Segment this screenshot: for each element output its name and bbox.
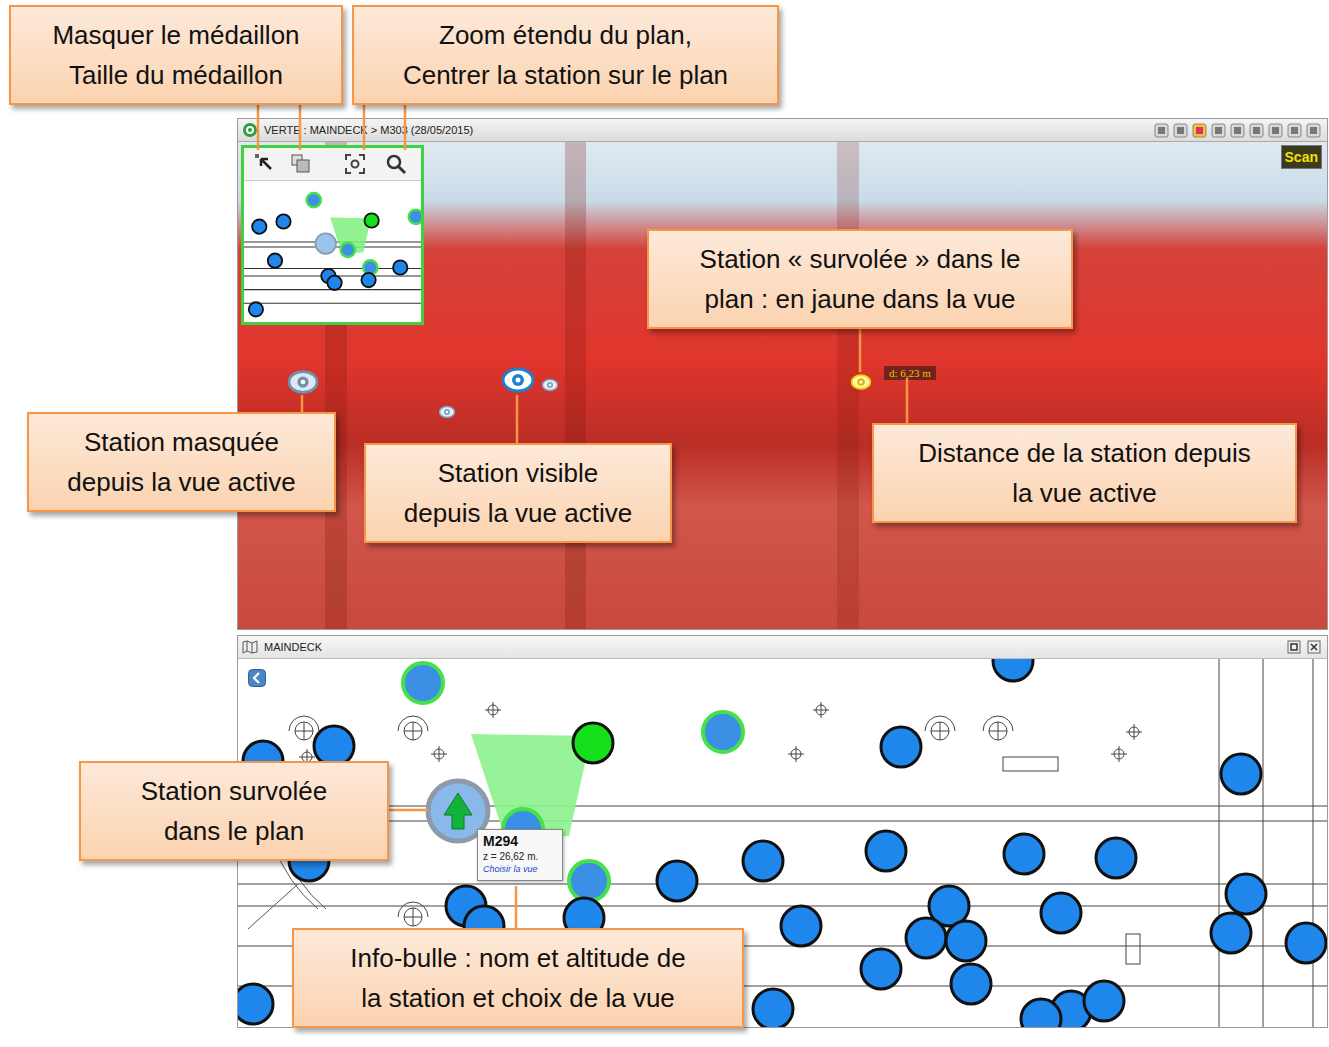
plain-station[interactable]: [753, 989, 793, 1027]
callout: Station survoléedans le plan: [79, 761, 389, 861]
callout: Station « survolée » dans leplan : en ja…: [647, 229, 1073, 329]
center-station-icon[interactable]: [385, 153, 407, 175]
toolbar-button-icon[interactable]: [1287, 123, 1302, 138]
small-station-eye-icon[interactable]: [439, 404, 455, 420]
station-altitude: z = 26,62 m.: [483, 850, 557, 863]
hovered-station-eye-icon[interactable]: [851, 372, 871, 392]
medallion[interactable]: [241, 145, 424, 325]
plain-station[interactable]: [781, 906, 821, 946]
plan-title: MAINDECK: [264, 641, 322, 653]
plain-station[interactable]: [1211, 913, 1251, 953]
small-station-eye-icon[interactable]: [542, 377, 558, 393]
viewer-window: VERTE : MAINDECK > M303 (28/05/2015) Scan…: [237, 118, 1328, 630]
choose-view-link[interactable]: Choisir la vue: [483, 863, 557, 876]
toolbar-button-icon[interactable]: [1211, 123, 1226, 138]
plan-title-bar: MAINDECK: [238, 636, 1327, 659]
viewer-title-bar: VERTE : MAINDECK > M303 (28/05/2015): [238, 119, 1327, 142]
map-icon: [242, 640, 258, 654]
plain-station[interactable]: [1041, 893, 1081, 933]
callout: Masquer le médaillonTaille du médaillon: [9, 5, 343, 105]
callout: Zoom étendu du plan,Centrer la station s…: [352, 5, 779, 105]
toolbar-button-icon[interactable]: [1306, 123, 1321, 138]
plain-station[interactable]: [951, 964, 991, 1004]
plain-station[interactable]: [866, 831, 906, 871]
viewer-title: VERTE : MAINDECK > M303 (28/05/2015): [264, 124, 473, 136]
plain-station[interactable]: [906, 918, 946, 958]
medallion-size-icon[interactable]: [290, 153, 312, 175]
plain-station[interactable]: [1286, 923, 1326, 963]
plain-station[interactable]: [1096, 838, 1136, 878]
plain-station[interactable]: [1004, 834, 1044, 874]
medallion-map[interactable]: [244, 181, 421, 322]
station-name: M294: [483, 833, 557, 850]
plain-station[interactable]: [993, 659, 1033, 681]
toolbar-button-icon[interactable]: [1192, 123, 1207, 138]
plain-station[interactable]: [743, 841, 783, 881]
zoom-extent-icon[interactable]: [344, 153, 366, 175]
plain-station[interactable]: [881, 727, 921, 767]
annotated-screenshot: VERTE : MAINDECK > M303 (28/05/2015) Scan…: [0, 0, 1329, 1047]
callout: Info-bulle : nom et altitude dela statio…: [292, 928, 744, 1028]
plain-station[interactable]: [1226, 874, 1266, 914]
toolbar-button-icon[interactable]: [1230, 123, 1245, 138]
callout: Station visibledepuis la vue active: [364, 443, 672, 543]
toolbar-button-icon[interactable]: [1249, 123, 1264, 138]
distance-label: d: 6,23 m: [884, 366, 936, 380]
plain-station[interactable]: [1084, 981, 1124, 1021]
visited-station[interactable]: [569, 861, 609, 901]
medallion-toolbar: [244, 148, 421, 181]
visible-station-eye-icon[interactable]: [502, 364, 534, 396]
scan-badge[interactable]: Scan: [1281, 145, 1322, 169]
back-arrow-icon[interactable]: [248, 669, 266, 687]
callout: Distance de la station depuisla vue acti…: [872, 423, 1297, 523]
plain-station[interactable]: [1221, 754, 1261, 794]
plain-station[interactable]: [238, 984, 273, 1024]
toolbar-button-icon[interactable]: [1268, 123, 1283, 138]
visited-station[interactable]: [403, 663, 443, 703]
plain-station[interactable]: [861, 949, 901, 989]
toolbar-button-icon[interactable]: [1173, 123, 1188, 138]
close-icon[interactable]: [1307, 640, 1321, 654]
panorama-photo[interactable]: Scan d: 6,23 m: [238, 142, 1327, 629]
plain-station[interactable]: [946, 921, 986, 961]
masked-station-eye-icon[interactable]: [288, 367, 318, 397]
app-logo-icon: [242, 122, 258, 138]
station-tooltip: M294z = 26,62 m.Choisir la vue: [477, 829, 563, 881]
current-station[interactable]: [573, 723, 613, 763]
maximize-icon[interactable]: [1287, 640, 1301, 654]
callout: Station masquéedepuis la vue active: [27, 412, 336, 512]
plain-station[interactable]: [314, 726, 354, 766]
hide-medallion-icon[interactable]: [253, 153, 275, 175]
visited-station[interactable]: [703, 712, 743, 752]
toolbar-button-icon[interactable]: [1154, 123, 1169, 138]
plain-station[interactable]: [657, 861, 697, 901]
plain-station[interactable]: [1021, 999, 1061, 1027]
